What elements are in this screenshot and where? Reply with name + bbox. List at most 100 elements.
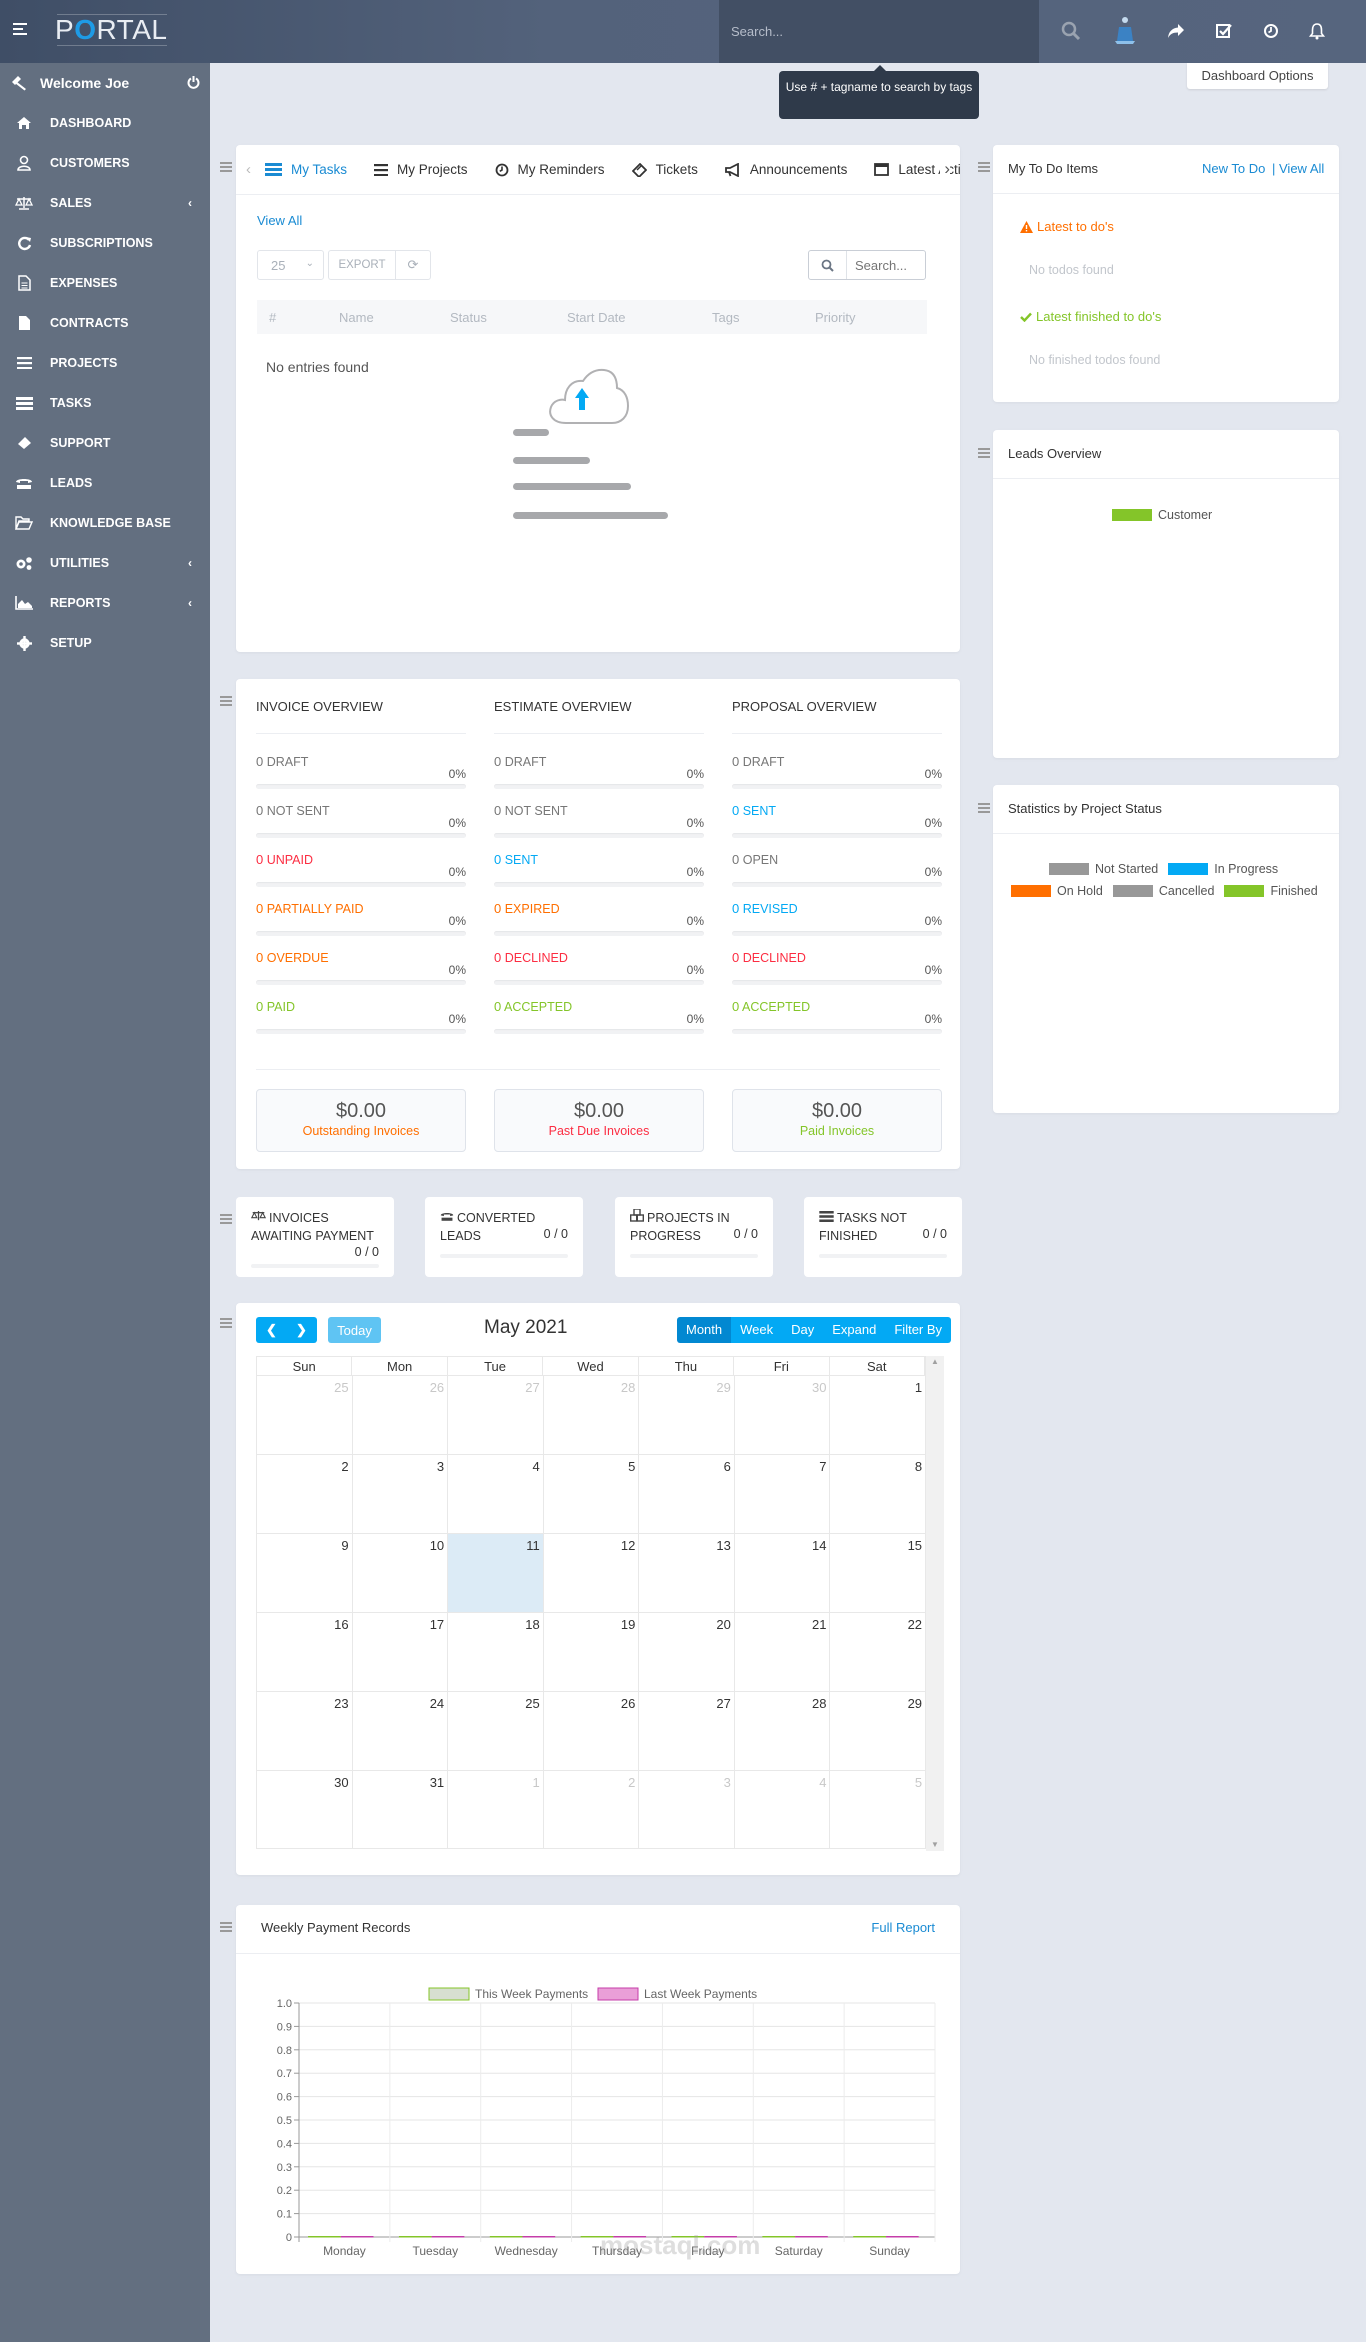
calendar-view-week[interactable]: Week [731,1317,783,1343]
sidebar-item-expenses[interactable]: EXPENSES [0,263,210,303]
overview-row[interactable]: 0 PAID 0% [256,999,466,1048]
calendar-day[interactable]: 29 [830,1692,927,1770]
overview-row[interactable]: 0 OVERDUE 0% [256,950,466,999]
drag-handle-icon[interactable] [978,162,990,172]
sidebar-item-tasks[interactable]: TASKS [0,383,210,423]
calendar-day[interactable]: 9 [257,1534,353,1612]
calendar-day[interactable]: 28 [735,1692,831,1770]
invoice-total-card[interactable]: $0.00 Paid Invoices [732,1089,942,1152]
sidebar-item-sales[interactable]: SALES ‹ [0,183,210,223]
tab-my-reminders[interactable]: My Reminders [495,162,605,177]
calendar-day[interactable]: 18 [448,1613,544,1691]
calendar-day[interactable]: 16 [257,1613,353,1691]
overview-row[interactable]: 0 UNPAID 0% [256,852,466,901]
tab-announcements[interactable]: Announcements [724,162,847,177]
overview-row[interactable]: 0 NOT SENT 0% [256,803,466,852]
overview-row[interactable]: 0 DRAFT 0% [732,754,942,803]
leads-legend-item[interactable]: Customer [1112,508,1212,522]
tabs-scroll-left-icon[interactable]: ‹ [246,161,251,178]
view-all-todos-link[interactable]: | View All [1272,161,1324,176]
notifications-bell-icon[interactable] [1306,20,1328,42]
sidebar-item-dashboard[interactable]: DASHBOARD [0,103,210,143]
sidebar-item-contracts[interactable]: CONTRACTS [0,303,210,343]
calendar-day[interactable]: 12 [544,1534,640,1612]
drag-handle-icon[interactable] [978,448,990,458]
calendar-day[interactable]: 26 [353,1376,449,1454]
reload-button[interactable]: ⟳ [395,250,431,280]
calendar-day[interactable]: 13 [639,1534,735,1612]
tab-my-projects[interactable]: My Projects [374,162,468,177]
calendar-next-button[interactable]: ❯ [287,1322,317,1338]
table-search-input[interactable] [849,251,923,279]
calendar-day[interactable]: 19 [544,1613,640,1691]
scroll-down-icon[interactable]: ▼ [931,1840,939,1849]
project-status-legend-item[interactable]: In Progress [1168,862,1278,876]
column-header[interactable]: Name [339,310,374,325]
overview-row[interactable]: 0 REVISED 0% [732,901,942,950]
overview-row[interactable]: 0 DECLINED 0% [494,950,704,999]
project-status-legend-item[interactable]: Finished [1224,884,1318,898]
drag-handle-icon[interactable] [220,162,232,172]
calendar-day[interactable]: 4 [448,1455,544,1533]
calendar-day[interactable]: 21 [735,1613,831,1691]
column-header[interactable]: Start Date [567,310,626,325]
calendar-day[interactable]: 24 [353,1692,449,1770]
calendar-view-day[interactable]: Day [782,1317,824,1343]
overview-row[interactable]: 0 ACCEPTED 0% [494,999,704,1048]
sidebar-item-support[interactable]: SUPPORT [0,423,210,463]
todo-checkbox-icon[interactable] [1213,20,1235,42]
sidebar-item-subscriptions[interactable]: SUBSCRIPTIONS [0,223,210,263]
export-button[interactable]: EXPORT [328,250,395,280]
drag-handle-icon[interactable] [978,803,990,813]
calendar-day[interactable]: 6 [639,1455,735,1533]
calendar-day[interactable]: 28 [544,1376,640,1454]
project-status-legend-item[interactable]: Not Started [1049,862,1158,876]
sidebar-item-setup[interactable]: SETUP [0,623,210,663]
share-icon[interactable] [1165,20,1187,42]
page-length-select[interactable]: 25 ⌄ [257,250,324,280]
column-header[interactable]: Priority [815,310,855,325]
sidebar-item-leads[interactable]: LEADS [0,463,210,503]
calendar-day[interactable]: 26 [544,1692,640,1770]
calendar-day[interactable]: 8 [830,1455,927,1533]
new-todo-link[interactable]: New To Do [1202,161,1265,176]
overview-row[interactable]: 0 SENT 0% [732,803,942,852]
calendar-view-filter-by[interactable]: Filter By [885,1317,952,1343]
sidebar-item-projects[interactable]: PROJECTS [0,343,210,383]
calendar-day[interactable]: 1 [448,1771,544,1848]
overview-row[interactable]: 0 DECLINED 0% [732,950,942,999]
sidebar-item-utilities[interactable]: UTILITIES ‹ [0,543,210,583]
calendar-view-month[interactable]: Month [677,1317,732,1343]
calendar-scrollbar[interactable]: ▲ ▼ [926,1356,944,1851]
calendar-day[interactable]: 14 [735,1534,831,1612]
calendar-day[interactable]: 27 [639,1692,735,1770]
calendar-day[interactable]: 27 [448,1376,544,1454]
column-header[interactable]: Tags [712,310,739,325]
calendar-day[interactable]: 17 [353,1613,449,1691]
calendar-day[interactable]: 20 [639,1613,735,1691]
sidebar-welcome[interactable]: Welcome Joe [0,63,210,103]
search-icon[interactable] [1060,20,1082,42]
calendar-day[interactable]: 2 [544,1771,640,1848]
invoice-total-card[interactable]: $0.00 Past Due Invoices [494,1089,704,1152]
drag-handle-icon[interactable] [220,1922,232,1932]
calendar-day[interactable]: 5 [830,1771,927,1848]
calendar-prev-button[interactable]: ❮ [257,1322,287,1338]
drag-handle-icon[interactable] [220,1318,232,1328]
project-status-legend-item[interactable]: Cancelled [1112,884,1214,898]
tab-my-tasks[interactable]: My Tasks [265,162,347,177]
scroll-up-icon[interactable]: ▲ [931,1357,939,1366]
sidebar-item-reports[interactable]: REPORTS ‹ [0,583,210,623]
portal-logo[interactable]: PORTAL [55,14,168,46]
calendar-day[interactable]: 30 [735,1376,831,1454]
overview-row[interactable]: 0 SENT 0% [494,852,704,901]
global-search-input[interactable] [719,0,999,63]
calendar-day[interactable]: 15 [830,1534,927,1612]
calendar-day[interactable]: 2 [257,1455,353,1533]
overview-row[interactable]: 0 DRAFT 0% [256,754,466,803]
calendar-view-expand[interactable]: Expand [823,1317,886,1343]
calendar-today-button[interactable]: Today [328,1317,381,1343]
tabs-scroll-right-icon[interactable]: › [940,159,950,179]
calendar-day[interactable]: 22 [830,1613,927,1691]
calendar-day[interactable]: 3 [353,1455,449,1533]
